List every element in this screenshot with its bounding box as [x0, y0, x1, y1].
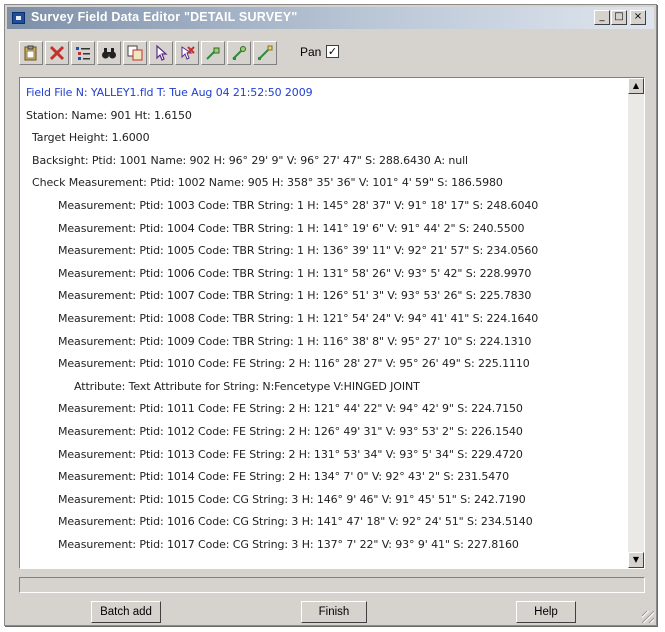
clipboard-icon [24, 45, 37, 61]
record-line-check[interactable]: Check Measurement: Ptid: 1002 Name: 905 … [20, 172, 626, 195]
select-cancel-button[interactable] [175, 41, 199, 65]
string-green-3-icon [258, 45, 273, 60]
clipboard-button[interactable] [19, 41, 43, 65]
string-green-2-icon [232, 46, 246, 60]
app-icon [12, 12, 25, 24]
record-line-measurement[interactable]: Measurement: Ptid: 1013 Code: FE String:… [20, 444, 626, 467]
survey-editor-window: Survey Field Data Editor "DETAIL SURVEY"… [4, 4, 657, 626]
record-line-measurement[interactable]: Measurement: Ptid: 1011 Code: FE String:… [20, 398, 626, 421]
record-line-measurement[interactable]: Measurement: Ptid: 1003 Code: TBR String… [20, 195, 626, 218]
vertical-scrollbar[interactable]: ▲ ▼ [628, 78, 644, 568]
record-line-backsight[interactable]: Backsight: Ptid: 1001 Name: 902 H: 96° 2… [20, 150, 626, 173]
record-line-measurement[interactable]: Measurement: Ptid: 1008 Code: TBR String… [20, 308, 626, 331]
record-line-target[interactable]: Target Height: 1.6000 [20, 127, 626, 150]
record-line-measurement[interactable]: Measurement: Ptid: 1010 Code: FE String:… [20, 353, 626, 376]
record-lines: Field File N: YALLEY1.fld T: Tue Aug 04 … [20, 82, 626, 556]
string-green-1-icon [206, 47, 220, 60]
record-line-file[interactable]: Field File N: YALLEY1.fld T: Tue Aug 04 … [20, 82, 626, 105]
field-data-list[interactable]: Field File N: YALLEY1.fld T: Tue Aug 04 … [19, 77, 645, 569]
copy-pages-icon [127, 45, 143, 61]
binoculars-icon [102, 48, 116, 59]
minimize-button[interactable]: _ [594, 10, 610, 25]
record-line-measurement[interactable]: Measurement: Ptid: 1012 Code: FE String:… [20, 421, 626, 444]
record-line-measurement[interactable]: Measurement: Ptid: 1009 Code: TBR String… [20, 331, 626, 354]
pointer-button[interactable] [149, 41, 173, 65]
scroll-down-button[interactable]: ▼ [628, 552, 644, 568]
string-tool-1-button[interactable] [201, 41, 225, 65]
record-line-measurement[interactable]: Measurement: Ptid: 1016 Code: CG String:… [20, 511, 626, 534]
close-button[interactable]: × [630, 10, 646, 25]
record-line-measurement[interactable]: Measurement: Ptid: 1005 Code: TBR String… [20, 240, 626, 263]
pointer-icon [156, 45, 168, 61]
copy-button[interactable] [123, 41, 147, 65]
scroll-up-button[interactable]: ▲ [628, 78, 644, 94]
record-line-measurement[interactable]: Measurement: Ptid: 1015 Code: CG String:… [20, 489, 626, 512]
batch-add-button[interactable]: Batch add [91, 601, 161, 623]
maximize-button[interactable]: □ [611, 10, 627, 25]
progress-bar [19, 577, 645, 593]
finish-button[interactable]: Finish [301, 601, 367, 623]
pan-checkbox[interactable]: ✓ [326, 45, 339, 58]
record-line-attribute[interactable]: Attribute: Text Attribute for String: N:… [20, 376, 626, 399]
delete-x-icon [49, 45, 65, 61]
select-cancel-icon [181, 46, 195, 60]
record-line-measurement[interactable]: Measurement: Ptid: 1004 Code: TBR String… [20, 218, 626, 241]
string-tool-2-button[interactable] [227, 41, 251, 65]
find-button[interactable] [97, 41, 121, 65]
list-tree-icon [76, 47, 90, 60]
list-tree-button[interactable] [71, 41, 95, 65]
pan-label: Pan [300, 45, 322, 59]
resize-grip[interactable] [642, 611, 654, 623]
window-title: Survey Field Data Editor "DETAIL SURVEY" [31, 10, 298, 24]
record-line-measurement[interactable]: Measurement: Ptid: 1006 Code: TBR String… [20, 263, 626, 286]
delete-button[interactable] [45, 41, 69, 65]
record-line-measurement[interactable]: Measurement: Ptid: 1007 Code: TBR String… [20, 285, 626, 308]
record-line-measurement[interactable]: Measurement: Ptid: 1017 Code: CG String:… [20, 534, 626, 557]
record-line-measurement[interactable]: Measurement: Ptid: 1014 Code: FE String:… [20, 466, 626, 489]
title-bar[interactable]: Survey Field Data Editor "DETAIL SURVEY"… [7, 7, 654, 29]
record-line-station[interactable]: Station: Name: 901 Ht: 1.6150 [20, 105, 626, 128]
string-tool-3-button[interactable] [253, 41, 277, 65]
help-button[interactable]: Help [516, 601, 576, 623]
